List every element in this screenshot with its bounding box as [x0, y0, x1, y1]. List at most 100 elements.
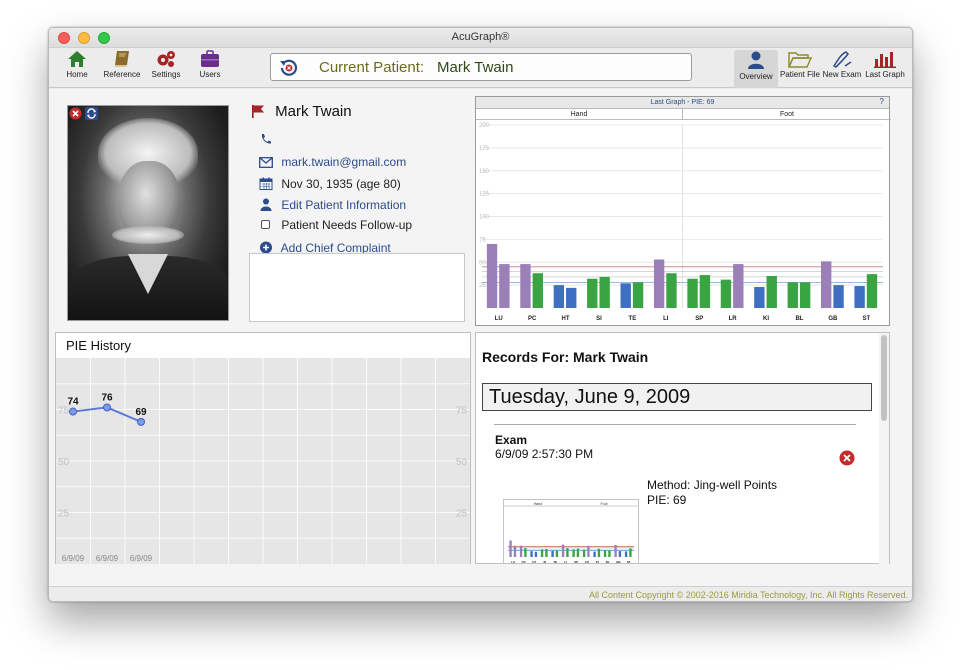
divider	[494, 424, 856, 425]
y-tick-label: 200	[479, 123, 490, 129]
last-graph-button[interactable]: Last Graph	[863, 50, 907, 88]
thumb-foot-label: Foot	[600, 502, 607, 506]
patient-photo[interactable]	[67, 105, 229, 321]
window-title: AcuGraph®	[451, 31, 510, 43]
x-tick-label: SI	[596, 316, 602, 322]
x-tick-label: LI	[663, 316, 669, 322]
bar-sp-left	[572, 549, 575, 557]
last-graph-panel[interactable]: Last Graph - PIE: 69 ? Hand Foot 25 50 75 1…	[475, 96, 891, 326]
bar-st-right	[629, 548, 632, 557]
current-patient-bar[interactable]: Current Patient: Mark Twain	[270, 53, 692, 81]
bar-gb-right	[618, 551, 622, 557]
record-date-heading: Tuesday, June 9, 2009	[482, 383, 872, 411]
pie-value-label: 76	[101, 392, 113, 403]
bar-lu-right	[513, 545, 517, 557]
settings-button[interactable]: Settings	[144, 50, 188, 88]
bar-ht-left	[553, 285, 565, 308]
home-button[interactable]: Home	[55, 50, 99, 88]
pie-point	[137, 417, 145, 426]
edit-patient-link[interactable]: Edit Patient Information	[281, 198, 406, 212]
bar-pc-right	[532, 273, 543, 308]
dob-row: Nov 30, 1935 (age 80)	[258, 177, 401, 191]
footer: All Content Copyright © 2002-2016 Miridi…	[49, 586, 912, 601]
followup-row[interactable]: Patient Needs Follow-up	[258, 218, 412, 232]
refresh-photo-icon[interactable]	[85, 107, 98, 120]
toolbar: Home Reference Settings Users Current Pa…	[49, 48, 912, 88]
followup-checkbox[interactable]	[261, 220, 270, 229]
bar-li-right	[566, 548, 569, 557]
x-tick-label: KI	[596, 560, 599, 564]
bar-te-right	[555, 550, 559, 557]
x-tick-label: LR	[729, 316, 738, 322]
exam-time: 6/9/09 2:57:30 PM	[495, 447, 594, 461]
patient-info-panel: Mark Twain mark.twain@gmail.com Nov 30, …	[55, 95, 469, 325]
x-tick-label: TE	[553, 560, 557, 564]
bar-si-left	[587, 278, 598, 308]
bar-li-right	[666, 273, 677, 308]
x-tick-label: GB	[616, 560, 621, 564]
overview-button[interactable]: Overview	[734, 50, 778, 88]
bar-gb-right	[833, 285, 844, 308]
chief-complaint-box[interactable]	[249, 253, 465, 322]
pie-history-title: PIE History	[66, 338, 132, 353]
bar-sp-right	[576, 548, 580, 557]
bar-sp-right	[699, 275, 711, 308]
x-tick-label: 6/9/09	[96, 554, 119, 563]
remove-photo-icon[interactable]	[69, 107, 82, 120]
pie-point	[103, 403, 111, 412]
bar-te-left	[551, 550, 554, 557]
x-tick-label: BL	[795, 316, 803, 322]
bar-si-right	[545, 549, 548, 557]
title-bar: AcuGraph®	[49, 28, 912, 48]
bar-bl-right	[799, 282, 811, 308]
x-tick-label: SP	[695, 316, 703, 322]
records-scrollbar[interactable]	[879, 333, 889, 564]
flag-icon[interactable]	[251, 104, 265, 118]
users-button[interactable]: Users	[188, 50, 232, 88]
patient-file-label: Patient File	[779, 70, 821, 79]
app-window: AcuGraph® Home Reference Settings Users …	[48, 27, 913, 602]
user-icon	[260, 198, 272, 211]
delete-exam-icon[interactable]	[839, 450, 855, 466]
reference-button[interactable]: Reference	[100, 50, 144, 88]
reference-label: Reference	[103, 70, 141, 79]
scrollbar-thumb[interactable]	[881, 335, 887, 421]
bar-pc-left	[520, 264, 531, 308]
x-tick-label: ST	[627, 560, 631, 564]
new-exam-label: New Exam	[822, 70, 862, 79]
x-tick-label: GB	[828, 316, 838, 322]
y-tick-label: 25	[479, 283, 486, 289]
bar-lu-right	[499, 264, 510, 308]
email-link[interactable]: mark.twain@gmail.com	[281, 155, 406, 169]
x-tick-label: LR	[585, 560, 590, 564]
y-tick-label: 175	[479, 146, 490, 152]
x-tick-label: 6/9/09	[62, 554, 85, 563]
bar-sp-left	[687, 278, 698, 308]
bar-ki-right	[597, 548, 601, 557]
email-icon	[259, 157, 273, 168]
x-tick-label: TE	[629, 316, 637, 322]
y-tick-label-right: 50	[456, 457, 468, 468]
bar-st-left	[624, 551, 628, 557]
bar-lu-left	[509, 540, 512, 557]
x-tick-label: ST	[862, 316, 870, 322]
patient-name: Mark Twain	[275, 103, 352, 120]
phone-row[interactable]	[258, 132, 278, 146]
bar-ht-right	[534, 551, 538, 557]
y-tick-label-right: 25	[456, 509, 468, 520]
new-exam-button[interactable]: New Exam	[820, 50, 864, 88]
y-tick-label-right: 75	[456, 406, 468, 417]
bar-lr-right	[587, 545, 590, 557]
patient-history-icon[interactable]	[278, 58, 300, 78]
users-label: Users	[199, 70, 221, 79]
patient-file-button[interactable]: Patient File	[778, 50, 822, 88]
exam-title[interactable]: Exam	[495, 433, 527, 447]
exam-graph-thumbnail[interactable]: LU PC HT SI TE LI SP LR KI BL GB ST Hand Foot	[503, 499, 639, 564]
help-icon[interactable]: ?	[880, 97, 884, 106]
x-tick-label: PC	[522, 560, 527, 564]
briefcase-icon	[201, 50, 219, 67]
bar-chart-icon	[874, 52, 896, 68]
edit-patient-row[interactable]: Edit Patient Information	[258, 198, 406, 212]
followup-label: Patient Needs Follow-up	[281, 218, 413, 232]
email-row[interactable]: mark.twain@gmail.com	[258, 155, 406, 169]
